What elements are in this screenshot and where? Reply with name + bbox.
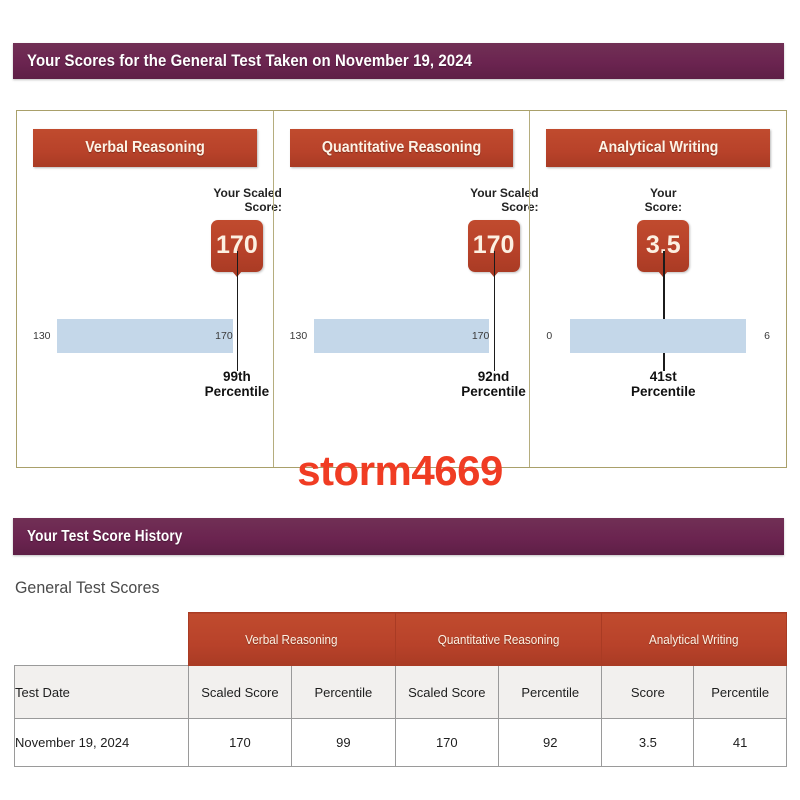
panel-title-label: Analytical Writing	[598, 139, 719, 156]
table-group-header-verbal: Verbal Reasoning	[187, 612, 396, 666]
cell-test-date: November 19, 2024	[14, 718, 189, 767]
table-subheader-analytical-percentile: Percentile	[693, 665, 787, 719]
cell-quantitative-percentile: 92	[498, 718, 603, 767]
table-row: November 19, 2024 170 99 170 92 3.5 41	[14, 718, 787, 767]
panel-title-verbal-reasoning: Verbal Reasoning	[33, 129, 257, 167]
panel-title-analytical-writing: Analytical Writing	[546, 129, 771, 167]
table-subheader-verbal-scaled-score: Scaled Score	[187, 665, 293, 719]
score-label-line2: Score:	[644, 199, 682, 214]
cell-analytical-percentile: 41	[693, 718, 787, 767]
scores-section-banner: Your Scores for the General Test Taken o…	[13, 43, 784, 79]
scores-banner-title: Your Scores for the General Test Taken o…	[27, 51, 473, 70]
score-label-quantitative-reasoning: Your Scaled Score:	[446, 186, 542, 215]
panel-title-label: Quantitative Reasoning	[321, 139, 482, 156]
score-scale-verbal-reasoning: 130 170	[31, 319, 259, 353]
score-label-line2: Score:	[244, 199, 282, 214]
score-label-line2: Score:	[501, 199, 539, 214]
panel-title-label: Verbal Reasoning	[85, 139, 205, 156]
score-panels-container: Verbal Reasoning Your Scaled Score: 170 …	[17, 111, 786, 467]
cell-quantitative-scaled-score: 170	[394, 718, 500, 767]
score-connector-line-quantitative	[493, 251, 496, 371]
score-label-verbal-reasoning: Your Scaled Score:	[189, 186, 285, 215]
cell-verbal-percentile: 99	[291, 718, 396, 767]
score-connector-line-verbal	[236, 251, 239, 371]
group-header-label: Analytical Writing	[649, 631, 739, 647]
score-connector-line-analytical	[663, 251, 665, 371]
history-section-banner: Your Test Score History	[13, 518, 784, 555]
scale-max-label-verbal: 170	[215, 330, 233, 342]
table-group-header-analytical: Analytical Writing	[601, 612, 787, 666]
scale-min-label-analytical: 0	[546, 330, 553, 342]
score-panel-analytical-writing: Analytical Writing Your Score: 3.5 0 6 4…	[529, 111, 786, 467]
panel-title-quantitative-reasoning: Quantitative Reasoning	[289, 129, 514, 167]
score-panel-quantitative-reasoning: Quantitative Reasoning Your Scaled Score…	[272, 111, 539, 467]
score-label-line1: Your Scaled	[213, 186, 282, 200]
score-history-table: Verbal Reasoning Quantitative Reasoning …	[14, 612, 787, 767]
table-subheader-analytical-score: Score	[601, 665, 695, 719]
table-group-header-quantitative: Quantitative Reasoning	[394, 612, 603, 666]
scale-bar-quantitative	[313, 319, 490, 353]
table-corner-blank-cell	[14, 612, 189, 666]
history-subtitle: General Test Scores	[15, 578, 160, 597]
scale-min-label-quantitative: 130	[289, 330, 308, 342]
score-summary-card: Verbal Reasoning Your Scaled Score: 170 …	[16, 110, 787, 468]
percentile-analytical-writing: 41st Percentile	[588, 369, 738, 399]
score-scale-quantitative-reasoning: 130 170	[288, 319, 516, 353]
table-group-header-row: Verbal Reasoning Quantitative Reasoning …	[14, 612, 787, 666]
scale-max-label-quantitative: 170	[471, 330, 490, 342]
cell-analytical-score: 3.5	[601, 718, 695, 767]
table-subheader-test-date: Test Date	[14, 665, 189, 719]
group-header-label: Verbal Reasoning	[245, 631, 338, 647]
percentile-value: 41st	[649, 369, 677, 384]
scale-bar-verbal	[57, 319, 233, 353]
table-subheader-verbal-percentile: Percentile	[291, 665, 396, 719]
score-scale-analytical-writing: 0 6	[544, 319, 772, 353]
scale-max-label-analytical: 6	[764, 330, 771, 342]
cell-verbal-scaled-score: 170	[187, 718, 293, 767]
table-sub-header-row: Test Date Scaled Score Percentile Scaled…	[14, 665, 787, 719]
percentile-word: Percentile	[631, 384, 696, 400]
history-banner-title: Your Test Score History	[27, 527, 183, 545]
table-subheader-quantitative-scaled-score: Scaled Score	[394, 665, 500, 719]
score-label-analytical-writing: Your Score:	[615, 186, 711, 215]
scale-min-label-verbal: 130	[33, 330, 51, 342]
group-header-label: Quantitative Reasoning	[437, 631, 560, 647]
score-label-line1: Your	[650, 186, 677, 200]
scale-bar-analytical	[570, 319, 747, 353]
score-label-line1: Your Scaled	[470, 186, 539, 200]
score-panel-verbal-reasoning: Verbal Reasoning Your Scaled Score: 170 …	[17, 111, 282, 467]
table-subheader-quantitative-percentile: Percentile	[498, 665, 603, 719]
